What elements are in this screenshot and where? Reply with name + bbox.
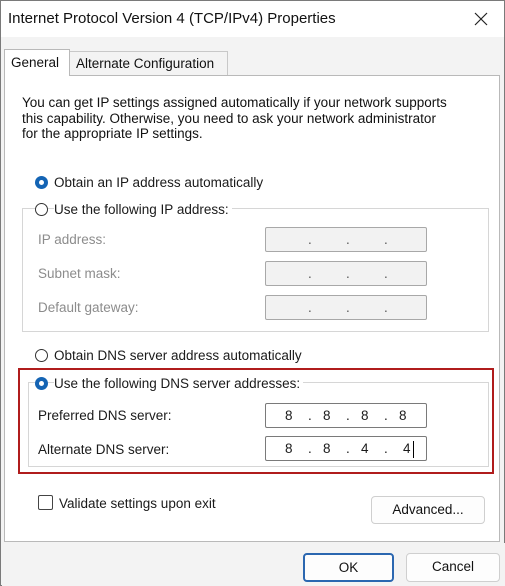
default-gateway-field: . . . [265,295,427,320]
ok-button[interactable]: OK [303,553,394,582]
close-button[interactable] [458,1,504,37]
octet-dot: . [346,266,350,281]
cancel-button[interactable]: Cancel [406,553,500,582]
subnet-mask-label: Subnet mask: [38,266,121,281]
octet: 8 [361,408,369,423]
radio-indicator [35,176,48,189]
advanced-button[interactable]: Advanced... [371,496,485,524]
use-following-dns-label: Use the following DNS server addresses: [54,376,304,391]
radio-indicator [35,203,48,216]
obtain-dns-auto-radio[interactable]: Obtain DNS server address automatically [35,348,305,363]
title-bar: Internet Protocol Version 4 (TCP/IPv4) P… [1,1,504,37]
octet-dot: . [346,441,350,456]
dialog-window: Internet Protocol Version 4 (TCP/IPv4) P… [0,0,505,586]
validate-settings-checkbox[interactable] [38,495,53,510]
preferred-dns-field[interactable]: 8 . 8 . 8 . 8 [265,403,427,428]
octet: 4 [403,441,411,456]
octet: 4 [361,441,369,456]
window-title: Internet Protocol Version 4 (TCP/IPv4) P… [8,10,336,27]
close-icon [474,12,488,26]
octet: 8 [285,408,293,423]
preferred-dns-label: Preferred DNS server: [38,408,172,423]
octet-dot: . [308,408,312,423]
text-caret [413,441,414,458]
octet-dot: . [346,300,350,315]
obtain-ip-auto-label: Obtain an IP address automatically [54,175,267,190]
octet-dot: . [384,408,388,423]
alternate-dns-field[interactable]: 8 . 8 . 4 . 4 [265,436,427,461]
subnet-mask-field: . . . [265,261,427,286]
octet: 8 [323,441,331,456]
default-gateway-label: Default gateway: [38,300,139,315]
octet-dot: . [308,232,312,247]
octet-dot: . [384,441,388,456]
octet-dot: . [308,441,312,456]
octet-dot: . [346,408,350,423]
octet: 8 [399,408,407,423]
radio-indicator [35,349,48,362]
obtain-ip-auto-radio[interactable]: Obtain an IP address automatically [35,175,267,190]
intro-line: You can get IP settings assigned automat… [22,95,447,110]
octet-dot: . [308,266,312,281]
use-following-ip-label: Use the following IP address: [54,202,232,217]
use-following-ip-radio[interactable]: Use the following IP address: [35,202,232,217]
tab-general[interactable]: General [4,49,70,76]
octet-dot: . [384,266,388,281]
octet: 8 [285,441,293,456]
intro-line: for the appropriate IP settings. [22,126,203,141]
octet-dot: . [384,300,388,315]
ip-address-label: IP address: [38,232,107,247]
obtain-dns-auto-label: Obtain DNS server address automatically [54,348,305,363]
validate-settings-label: Validate settings upon exit [59,496,216,511]
octet-dot: . [346,232,350,247]
octet-dot: . [308,300,312,315]
use-following-dns-radio[interactable]: Use the following DNS server addresses: [35,376,304,391]
intro-text: You can get IP settings assigned automat… [22,95,492,142]
intro-line: this capability. Otherwise, you need to … [22,110,436,126]
radio-indicator [35,377,48,390]
general-tab-panel: You can get IP settings assigned automat… [4,75,500,542]
octet-dot: . [384,232,388,247]
alternate-dns-label: Alternate DNS server: [38,442,170,457]
ip-address-field: . . . [265,227,427,252]
tab-alternate-configuration[interactable]: Alternate Configuration [70,51,228,75]
octet: 8 [323,408,331,423]
